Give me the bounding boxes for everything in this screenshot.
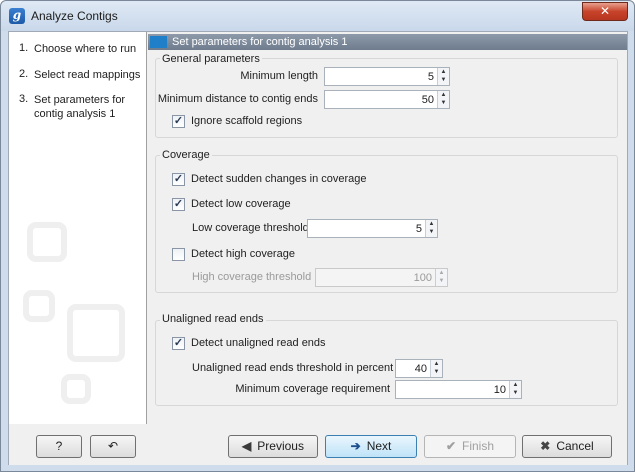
spin-up-icon[interactable]: ▲: [510, 381, 521, 389]
detect-unaligned-label: Detect unaligned read ends: [191, 337, 326, 349]
panel-header-text: Set parameters for contig analysis 1: [172, 36, 348, 48]
spin-down-icon[interactable]: ▼: [431, 368, 442, 376]
help-icon: ?: [55, 439, 63, 453]
min-length-input[interactable]: [325, 68, 437, 85]
spin-down-icon[interactable]: ▼: [426, 228, 437, 236]
previous-label: Previous: [257, 439, 304, 453]
finish-check-icon: ✔: [445, 439, 457, 453]
step-number: 2.: [19, 68, 29, 80]
min-distance-spinner[interactable]: ▲ ▼: [437, 91, 449, 108]
dialog-footer: ? ↶ ◀ Previous ➔ Next ✔ Finish ✖ Cancel: [9, 425, 627, 465]
detect-sudden-checkbox[interactable]: ✓: [172, 173, 185, 186]
unaligned-threshold-label: Unaligned read ends threshold in percent: [192, 362, 394, 374]
high-threshold-spinner[interactable]: ▲ ▼: [435, 269, 447, 286]
high-threshold-field[interactable]: ▲ ▼: [315, 268, 448, 287]
detect-high-label: Detect high coverage: [191, 248, 295, 260]
spin-up-icon[interactable]: ▲: [436, 269, 447, 277]
watermark-square: [61, 374, 91, 404]
min-distance-input[interactable]: [325, 91, 437, 108]
title-bar: g Analyze Contigs ✕: [1, 1, 634, 31]
spin-up-icon[interactable]: ▲: [431, 360, 442, 368]
unaligned-threshold-spinner[interactable]: ▲ ▼: [430, 360, 442, 377]
spin-down-icon[interactable]: ▼: [438, 76, 449, 84]
parameters-panel: Set parameters for contig analysis 1 Gen…: [148, 32, 627, 424]
cancel-button[interactable]: ✖ Cancel: [522, 435, 612, 458]
close-button[interactable]: ✕: [582, 2, 628, 21]
spin-up-icon[interactable]: ▲: [438, 68, 449, 76]
next-button[interactable]: ➔ Next: [325, 435, 417, 458]
window-title: Analyze Contigs: [31, 9, 118, 23]
spin-up-icon[interactable]: ▲: [426, 220, 437, 228]
low-threshold-input[interactable]: [308, 220, 425, 237]
min-distance-field[interactable]: ▲ ▼: [324, 90, 450, 109]
help-button[interactable]: ?: [36, 435, 82, 458]
general-parameters-title: General parameters: [160, 53, 262, 65]
min-distance-label: Minimum distance to contig ends: [157, 93, 318, 105]
min-length-spinner[interactable]: ▲ ▼: [437, 68, 449, 85]
unaligned-threshold-field[interactable]: ▲ ▼: [395, 359, 443, 378]
panel-header: Set parameters for contig analysis 1: [148, 34, 627, 50]
detect-low-checkbox[interactable]: ✓: [172, 198, 185, 211]
ignore-scaffold-label: Ignore scaffold regions: [191, 115, 303, 127]
spin-down-icon[interactable]: ▼: [510, 389, 521, 397]
min-coverage-spinner[interactable]: ▲ ▼: [509, 381, 521, 398]
next-label: Next: [366, 439, 392, 453]
min-length-label: Minimum length: [240, 70, 318, 82]
detect-unaligned-checkbox[interactable]: ✓: [172, 337, 185, 350]
step-label: Select read mappings: [34, 69, 141, 81]
min-coverage-input[interactable]: [396, 381, 509, 398]
step-label: Choose where to run: [34, 43, 137, 55]
cancel-label: Cancel: [556, 439, 594, 453]
detect-low-label: Detect low coverage: [191, 198, 291, 210]
watermark-square: [27, 222, 67, 262]
low-threshold-label: Low coverage threshold: [192, 222, 309, 234]
analyze-contigs-dialog: g Analyze Contigs ✕ 1. Choose where to r…: [0, 0, 635, 472]
step-label: Set parameters for contig analysis 1: [34, 94, 126, 120]
min-length-field[interactable]: ▲ ▼: [324, 67, 450, 86]
reset-icon: ↶: [107, 439, 119, 453]
detect-sudden-label: Detect sudden changes in coverage: [191, 173, 367, 185]
low-threshold-spinner[interactable]: ▲ ▼: [425, 220, 437, 237]
unaligned-read-ends-title: Unaligned read ends: [160, 313, 266, 325]
app-logo-icon: g: [9, 8, 25, 24]
low-threshold-field[interactable]: ▲ ▼: [307, 219, 438, 238]
high-threshold-label: High coverage threshold: [192, 271, 312, 283]
min-coverage-field[interactable]: ▲ ▼: [395, 380, 522, 399]
high-threshold-input[interactable]: [316, 269, 435, 286]
min-coverage-label: Minimum coverage requirement: [235, 383, 390, 395]
spin-down-icon[interactable]: ▼: [438, 99, 449, 107]
finish-button[interactable]: ✔ Finish: [424, 435, 516, 458]
watermark-square: [67, 304, 125, 362]
spin-down-icon[interactable]: ▼: [436, 277, 447, 285]
wizard-steps-panel: 1. Choose where to run 2. Select read ma…: [9, 32, 147, 424]
next-arrow-icon: ➔: [350, 439, 361, 453]
cancel-x-icon: ✖: [540, 439, 551, 453]
detect-high-checkbox[interactable]: [172, 248, 185, 261]
finish-label: Finish: [462, 439, 495, 453]
previous-button[interactable]: ◀ Previous: [228, 435, 318, 458]
watermark-square: [23, 290, 55, 322]
step-number: 3.: [19, 93, 29, 105]
header-marker-icon: [150, 36, 167, 48]
ignore-scaffold-checkbox[interactable]: ✓: [172, 115, 185, 128]
reset-button[interactable]: ↶: [90, 435, 136, 458]
unaligned-threshold-input[interactable]: [396, 360, 430, 377]
coverage-title: Coverage: [160, 149, 212, 161]
spin-up-icon[interactable]: ▲: [438, 91, 449, 99]
previous-arrow-icon: ◀: [242, 439, 252, 453]
dialog-client-area: 1. Choose where to run 2. Select read ma…: [8, 31, 628, 465]
step-number: 1.: [19, 42, 29, 54]
